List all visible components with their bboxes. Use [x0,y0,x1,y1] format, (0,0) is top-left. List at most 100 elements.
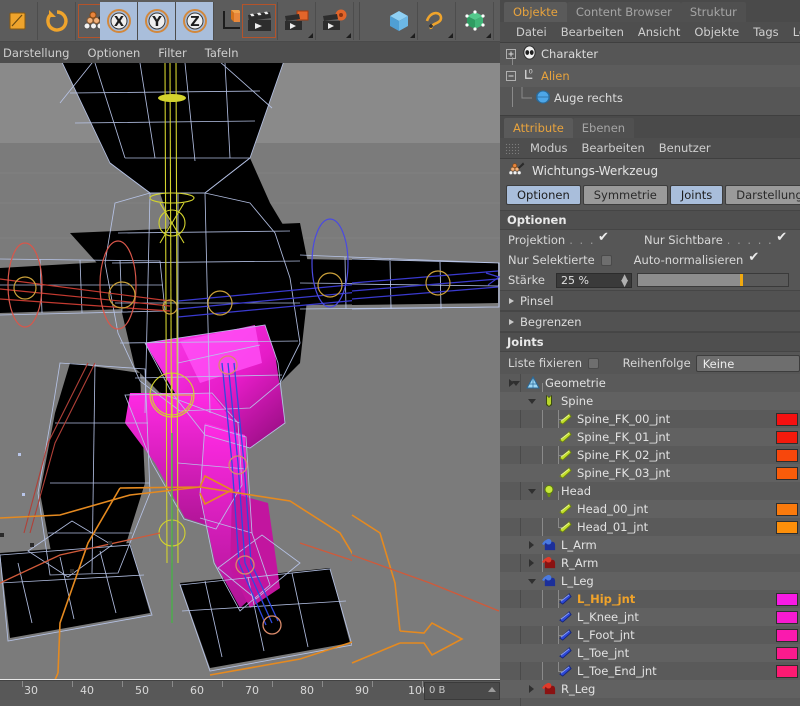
joint-row[interactable]: R_Leg [500,680,800,698]
menu-modus[interactable]: Modus [523,141,575,155]
menu-datei[interactable]: Datei [509,25,554,39]
checkbox-nur-selektierte[interactable] [600,254,612,266]
joint-row[interactable]: Head_01_jnt [500,518,800,536]
joint-row[interactable]: Spine_FK_00_jnt [500,410,800,428]
staerke-input[interactable]: 25 % ▲ ▼ [556,272,632,288]
joint-color-swatch[interactable] [776,665,798,678]
viewport-menu-tafeln[interactable]: Tafeln [196,46,248,60]
joint-color-swatch[interactable] [776,413,798,426]
joint-row[interactable]: L_Knee_jnt [500,608,800,626]
joint-row[interactable]: L_Toe_jnt [500,644,800,662]
joint-label: Spine_FK_00_jnt [577,412,671,426]
chevron-up-icon[interactable] [488,687,496,692]
joints-tree[interactable]: Geometrie Spine Spine_FK_00_jnt Spine_FK_01… [500,374,800,706]
joint-color-swatch[interactable] [776,467,798,480]
chevron-down-icon[interactable] [528,487,537,496]
expander-plus-icon[interactable] [500,49,522,59]
object-manager-list[interactable]: Charakter ✔ 0 Alien [500,43,800,116]
menu-lesezeichen[interactable]: Le [786,25,800,39]
joint-label: Head [561,484,592,498]
staerke-slider[interactable] [637,273,789,287]
checkbox-nur-sichtbare[interactable] [776,230,788,246]
tab-darstellung[interactable]: Darstellung [725,185,800,205]
render-settings-icon[interactable] [316,2,354,40]
joint-row[interactable]: L_Arm [500,536,800,554]
object-label-auge-rechts: Auge rechts [554,91,623,105]
joint-row[interactable]: Geometrie [500,374,800,392]
tab-objekte[interactable]: Objekte [504,2,567,22]
joint-icon-green [558,430,573,446]
menu-bearbeiten[interactable]: Bearbeiten [554,25,631,39]
axis-x-icon[interactable]: X [100,2,138,40]
label-projektion: Projektion [508,233,566,247]
checkbox-projektion[interactable] [598,230,610,246]
reihenfolge-dropdown[interactable]: Keine Hierarchie [695,354,800,387]
menu-objekte[interactable]: Objekte [687,25,746,39]
memory-status-box[interactable]: 0 B [424,682,500,700]
axis-z-icon[interactable]: Z [176,2,214,40]
chevron-right-icon[interactable] [528,559,537,568]
tab-joints[interactable]: Joints [669,185,724,205]
joint-color-swatch[interactable] [776,449,798,462]
joint-row[interactable]: Head [500,482,800,500]
viewport-3d[interactable] [0,63,500,680]
joint-label: Spine_FK_03_jnt [577,466,671,480]
attribute-manager: Wichtungs-Werkzeug Optionen Symmetrie Jo… [500,159,800,387]
tab-symmetrie[interactable]: Symmetrie [582,185,668,205]
joint-color-swatch[interactable] [776,611,798,624]
object-row-auge-rechts[interactable]: Auge rechts ✔ [500,87,800,109]
joint-row[interactable]: L_Foot_jnt [500,626,800,644]
viewport-menu-darstellung[interactable]: Darstellung [0,46,78,60]
menu-bearbeiten-attr[interactable]: Bearbeiten [575,141,652,155]
chevron-right-icon[interactable] [528,685,537,694]
viewport-menu-optionen[interactable]: Optionen [78,46,149,60]
joint-row[interactable]: L_Hip_jnt [500,590,800,608]
chevron-right-icon[interactable] [508,379,517,388]
chevron-down-icon[interactable] [528,397,537,406]
object-row-alien[interactable]: 0 Alien [500,65,800,87]
cube-primitive-icon[interactable] [380,2,418,40]
menu-tags[interactable]: Tags [746,25,785,39]
object-row-charakter[interactable]: Charakter ✔ [500,43,800,65]
render-region-icon[interactable] [278,2,316,40]
char-blue-icon [542,574,557,591]
drag-grip-icon[interactable] [505,142,519,154]
joint-row[interactable]: Spine [500,392,800,410]
chevron-down-icon[interactable] [528,577,537,586]
fold-begrenzen[interactable]: Begrenzen [500,311,800,332]
fold-pinsel[interactable]: Pinsel [500,290,800,311]
joint-row[interactable]: L_Leg [500,572,800,590]
tab-attribute[interactable]: Attribute [504,118,573,138]
render-view-icon[interactable] [240,2,278,40]
joint-color-swatch[interactable] [776,521,798,534]
joint-row[interactable]: L_Toe_End_jnt [500,662,800,680]
joint-row[interactable]: Spine_FK_01_jnt [500,428,800,446]
joint-color-swatch[interactable] [776,647,798,660]
joint-row[interactable]: Head_00_jnt [500,500,800,518]
joint-color-swatch[interactable] [776,431,798,444]
joint-color-swatch[interactable] [776,593,798,606]
checkbox-auto-normalisieren[interactable] [748,250,760,266]
viewport-menu-filter[interactable]: Filter [149,46,195,60]
joint-color-swatch[interactable] [776,629,798,642]
stepper-icon[interactable]: ▲ ▼ [621,273,628,288]
axis-y-icon[interactable]: Y [138,2,176,40]
spline-icon[interactable] [418,2,456,40]
rotate-tool-icon[interactable] [38,2,76,40]
chevron-right-icon[interactable] [528,541,537,550]
tab-optionen[interactable]: Optionen [506,185,581,205]
checkbox-liste-fixieren[interactable] [588,357,599,369]
joint-row[interactable]: Spine_FK_03_jnt [500,464,800,482]
tab-struktur[interactable]: Struktur [680,2,746,22]
joint-label: Spine_FK_02_jnt [577,448,671,462]
deformer-icon[interactable] [456,2,494,40]
move-tool-icon[interactable] [0,2,38,40]
joint-row[interactable]: R_Arm [500,554,800,572]
menu-benutzer[interactable]: Benutzer [652,141,718,155]
tab-content-browser[interactable]: Content Browser [566,2,681,22]
joint-row[interactable]: Spine_FK_02_jnt [500,446,800,464]
joint-color-swatch[interactable] [776,503,798,516]
tab-ebenen[interactable]: Ebenen [572,118,635,138]
menu-ansicht[interactable]: Ansicht [631,25,687,39]
expander-minus-icon[interactable] [500,71,522,81]
